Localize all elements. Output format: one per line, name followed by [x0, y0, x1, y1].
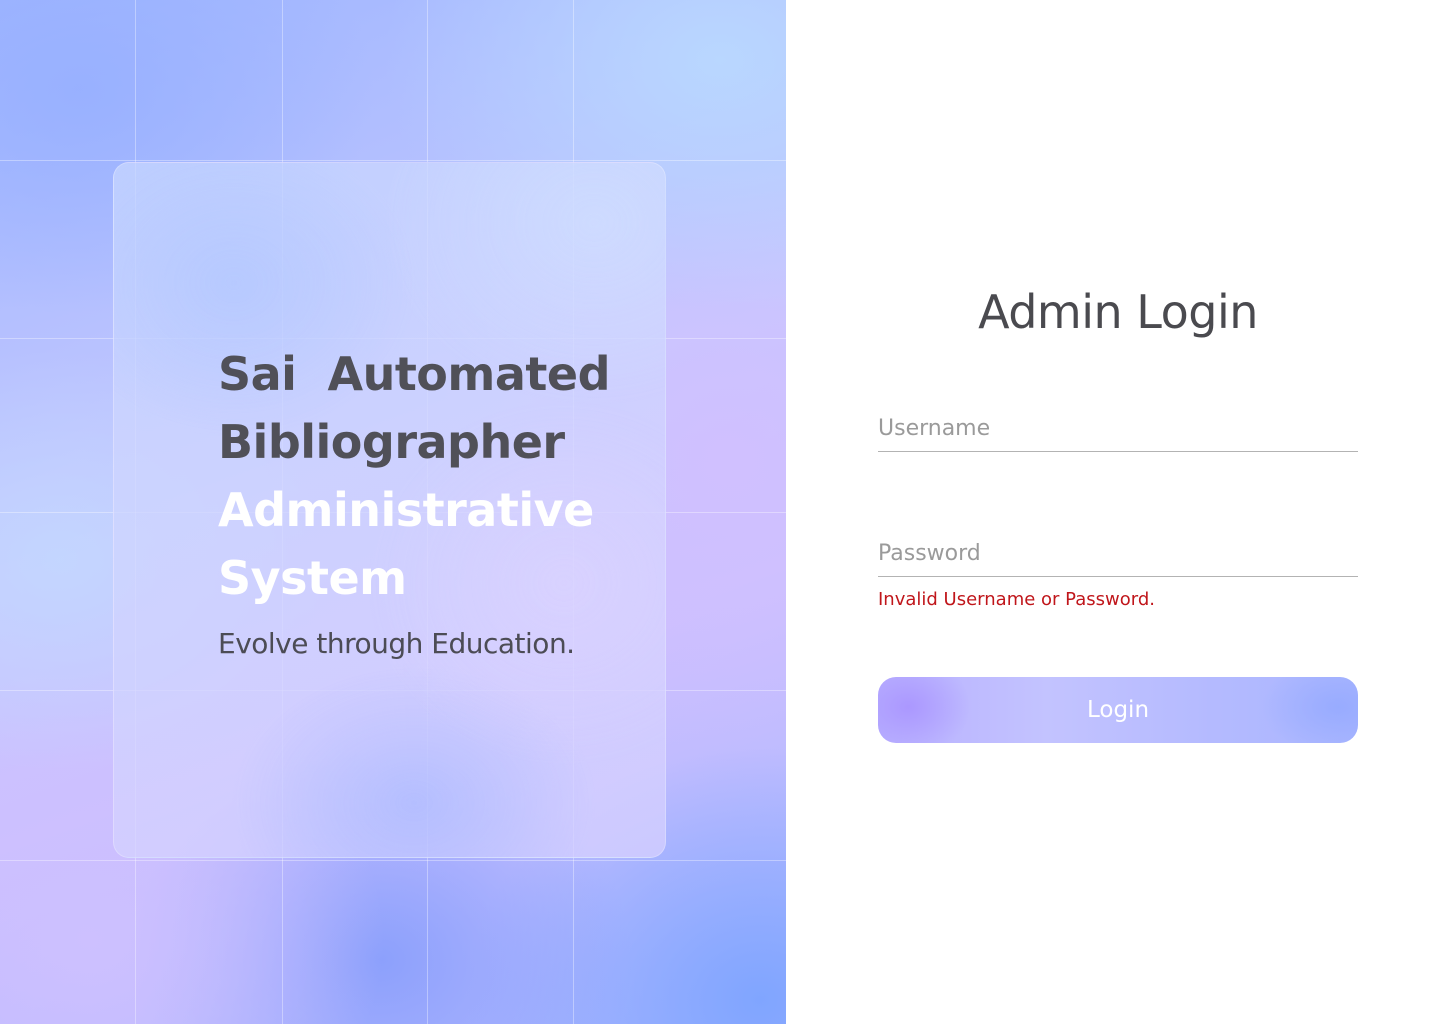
login-title: Admin Login [978, 285, 1258, 339]
password-input[interactable] [878, 531, 1358, 577]
login-button[interactable]: Login [878, 677, 1358, 743]
login-page: Sai Automated Bibliographer Administrati… [0, 0, 1440, 1024]
app-title-line: Administrative [218, 483, 594, 537]
login-panel: Admin Login Invalid Username or Password… [786, 0, 1440, 1024]
tagline: Evolve through Education. [218, 627, 575, 660]
grid-line [0, 860, 786, 861]
app-title: Sai Automated Bibliographer Administrati… [218, 340, 648, 612]
app-title-line: Bibliographer [218, 415, 565, 469]
error-message: Invalid Username or Password. [878, 589, 1155, 610]
app-title-line: System [218, 551, 407, 605]
hero-panel: Sai Automated Bibliographer Administrati… [0, 0, 786, 1024]
app-title-line: Sai Automated [218, 347, 611, 401]
hero-text-block: Sai Automated Bibliographer Administrati… [218, 340, 648, 662]
username-input[interactable] [878, 406, 1358, 452]
grid-line [0, 160, 786, 161]
